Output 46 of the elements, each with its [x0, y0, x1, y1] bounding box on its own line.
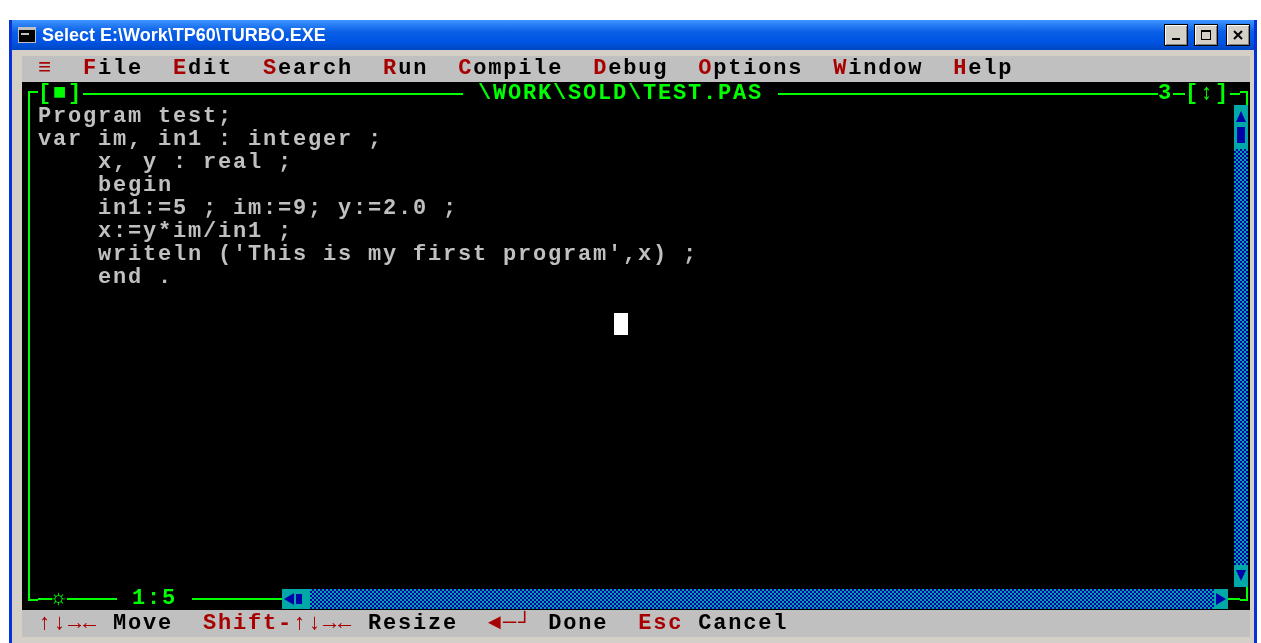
window-number: 3 — [1157, 82, 1173, 105]
close-button[interactable] — [1226, 24, 1250, 46]
modified-mark: ☼ — [52, 587, 67, 610]
code-line: x:=y*im/in1 ; — [97, 220, 295, 243]
code-line: begin — [97, 174, 175, 197]
menu-item[interactable]: Edit — [173, 56, 234, 82]
minimize-icon — [1172, 38, 1180, 40]
code-editor[interactable]: Program test; var im, in1 : integer ; x, y : real ; begin in1:=5 ; im:=9; y:=2.0 ; x:=y*im/in1 ; writeln ('This is my first program',x) ; end . — [30, 105, 1234, 587]
menu-item[interactable]: File — [83, 56, 144, 82]
scroll-up-icon[interactable] — [1234, 105, 1248, 127]
shortcut-hint[interactable]: Shift-↑↓→← Resize — [203, 610, 459, 637]
scroll-down-icon[interactable] — [1234, 565, 1248, 587]
code-line: end . — [97, 266, 175, 289]
shortcut-hint[interactable]: Esc Cancel — [638, 610, 789, 637]
mouse-cursor — [614, 313, 628, 335]
close-icon — [1232, 29, 1244, 41]
horizontal-scrollbar[interactable] — [282, 588, 1228, 609]
menu-item[interactable]: Debug — [593, 56, 669, 82]
menu-item[interactable]: Compile — [458, 56, 564, 82]
code-line: writeln ('This is my first program',x) ; — [97, 243, 700, 266]
menu-item[interactable]: ≡ — [38, 56, 53, 82]
menu-item[interactable]: Window — [833, 56, 924, 82]
scroll-left-icon[interactable] — [282, 588, 297, 609]
menu-item[interactable]: Options — [698, 56, 804, 82]
zoom-box[interactable]: [↕] — [1185, 82, 1230, 105]
shortcut-hint[interactable]: ↑↓→← Move — [38, 610, 174, 637]
shortcut-hint[interactable]: ◄─┘ Done — [488, 610, 609, 637]
scroll-right-icon[interactable] — [1214, 588, 1228, 609]
code-line: x, y : real ; — [97, 151, 295, 174]
code-line: Program test; — [38, 105, 235, 128]
menu-item[interactable]: Run — [383, 56, 429, 82]
scroll-thumb[interactable] — [1234, 127, 1248, 149]
console-icon — [18, 27, 36, 43]
vertical-scrollbar[interactable] — [1234, 105, 1248, 587]
minimize-button[interactable] — [1164, 24, 1188, 46]
file-name: \WORK\SOLD\TEST.PAS — [476, 82, 764, 105]
window-title: Select E:\Work\TP60\TURBO.EXE — [42, 24, 327, 46]
maximize-icon — [1200, 29, 1212, 41]
menu-item[interactable]: Help — [953, 56, 1014, 82]
code-line: var im, in1 : integer ; — [38, 128, 385, 151]
menu-item[interactable]: Search — [263, 56, 354, 82]
maximize-button[interactable] — [1194, 24, 1218, 46]
scroll-thumb[interactable] — [296, 588, 311, 609]
close-box[interactable]: [■] — [38, 82, 83, 105]
code-line: in1:=5 ; im:=9; y:=2.0 ; — [97, 197, 460, 220]
cursor-position: 1:5 — [131, 587, 179, 610]
